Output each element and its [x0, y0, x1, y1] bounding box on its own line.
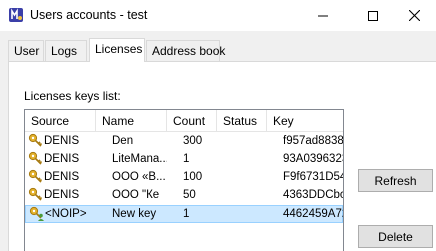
licenses-list-label: Licenses keys list:: [24, 89, 121, 103]
title-bar[interactable]: Users accounts - test: [0, 0, 436, 31]
close-icon: [409, 10, 420, 21]
cell-source: DENIS: [44, 135, 80, 147]
cell-key: 93A03963234: [283, 153, 343, 165]
column-header-count[interactable]: Count: [167, 110, 217, 132]
column-header-key[interactable]: Key: [267, 110, 343, 132]
table-row[interactable]: DENIS ООО "Ке 50 4363DDCbc61: [25, 187, 343, 205]
key-icon: [28, 187, 43, 201]
list-header: Source Name Count Status Key: [25, 110, 343, 132]
tab-control: User Logs Licenses Address book Licenses…: [0, 31, 436, 251]
cell-source: <NOIP>: [45, 208, 87, 220]
maximize-icon: [367, 10, 378, 21]
table-row[interactable]: DENIS Den 300 f957ad8838e3: [25, 133, 343, 151]
tab-address-book[interactable]: Address book: [146, 40, 225, 61]
cell-name: ООО "Ке: [112, 189, 160, 201]
maximize-button[interactable]: [350, 0, 395, 31]
cell-key: F9f6731D545: [283, 171, 343, 183]
tab-user[interactable]: User: [8, 40, 44, 61]
minimize-icon: [317, 15, 328, 16]
licenses-panel: Licenses keys list: Source Name Count St…: [8, 61, 436, 251]
cell-key: 4363DDCbc61: [283, 189, 343, 201]
window-title: Users accounts - test: [30, 8, 148, 22]
cell-name: Den: [112, 135, 134, 147]
cell-count: 50: [183, 189, 196, 201]
cell-count: 1: [183, 153, 190, 165]
close-button[interactable]: [392, 0, 436, 31]
cell-source: DENIS: [44, 171, 80, 183]
cell-name: ООО «В...: [112, 171, 166, 183]
cell-source: DENIS: [44, 189, 80, 201]
licenses-list[interactable]: Source Name Count Status Key DENIS Den 3…: [24, 109, 344, 251]
cell-key: 4462459A727: [283, 208, 343, 220]
key-user-icon: [29, 206, 44, 221]
tab-licenses[interactable]: Licenses: [89, 38, 145, 62]
cell-count: 100: [183, 171, 203, 183]
cell-name: LiteMana...: [112, 153, 167, 165]
tab-logs[interactable]: Logs: [45, 40, 87, 61]
cell-count: 300: [183, 135, 203, 147]
column-header-status[interactable]: Status: [217, 110, 267, 132]
table-row-selected[interactable]: <NOIP> New key 1 4462459A727: [25, 205, 343, 223]
minimize-button[interactable]: [300, 0, 345, 31]
table-row[interactable]: DENIS LiteMana... 1 93A03963234: [25, 151, 343, 169]
column-header-name[interactable]: Name: [96, 110, 167, 132]
column-header-source[interactable]: Source: [25, 110, 96, 132]
cell-key: f957ad8838e3: [283, 135, 343, 147]
users-accounts-window: Users accounts - test User Logs Licenses…: [0, 0, 436, 251]
key-icon: [28, 151, 43, 165]
table-row[interactable]: DENIS ООО «В... 100 F9f6731D545: [25, 169, 343, 187]
cell-count: 1: [183, 208, 190, 220]
key-icon: [28, 169, 43, 183]
cell-source: DENIS: [44, 153, 80, 165]
delete-button[interactable]: Delete: [358, 225, 433, 248]
cell-name: New key: [112, 208, 157, 220]
refresh-button[interactable]: Refresh: [358, 169, 433, 192]
key-icon: [28, 133, 43, 147]
app-logo-icon: [9, 8, 23, 22]
